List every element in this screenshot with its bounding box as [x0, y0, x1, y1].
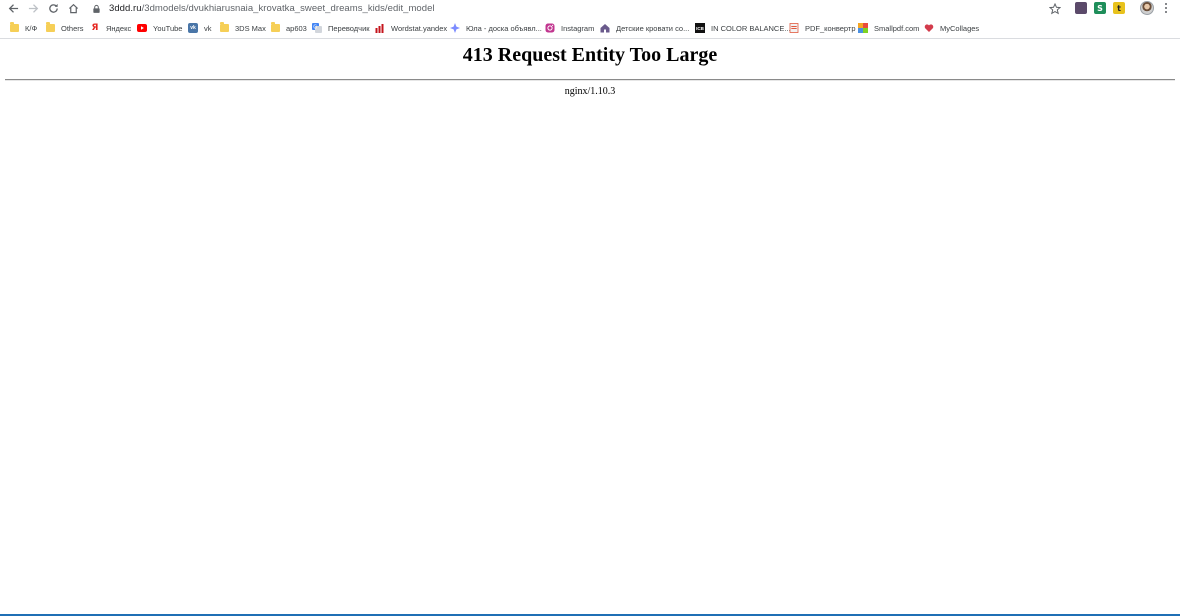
- divider: [5, 79, 1175, 81]
- bookmarks-bar: К/Ф Others Я Яндекс YouTube vk vk 3DS Ma…: [0, 17, 1180, 39]
- smallpdf-icon: [858, 23, 868, 33]
- address-bar[interactable]: 3ddd.ru/3dmodels/dvukhiarusnaia_krovatka…: [86, 0, 1086, 17]
- folder-icon: [9, 22, 19, 33]
- kebab-menu-icon[interactable]: [1162, 2, 1170, 14]
- lock-icon: [92, 4, 102, 14]
- bookmark-kids-beds[interactable]: Детские кровати со...: [600, 21, 689, 35]
- translate-icon: G: [312, 23, 322, 33]
- bookmark-pdf-converter[interactable]: PDF_конвертр: [789, 21, 856, 35]
- house-icon: [600, 23, 610, 33]
- icb-icon: ICB: [695, 23, 705, 33]
- bookmark-ar603[interactable]: ар603: [270, 21, 307, 35]
- home-button[interactable]: [63, 0, 83, 17]
- arrow-left-icon: [8, 4, 18, 13]
- folder-icon: [219, 22, 229, 33]
- bookmark-star-icon[interactable]: [1048, 2, 1062, 15]
- bookmark-label: 3DS Max: [235, 23, 266, 33]
- bookmark-label: PDF_конвертр: [805, 23, 856, 33]
- photo-extension-icon[interactable]: [1075, 2, 1087, 14]
- url-host: 3ddd.ru: [109, 3, 142, 14]
- bookmark-label: Переводчик: [328, 23, 370, 33]
- bookmark-label: Instagram: [561, 23, 595, 33]
- folder-icon: [270, 22, 280, 33]
- instagram-icon: [545, 23, 555, 33]
- forward-button[interactable]: [23, 0, 43, 17]
- bookmark-label: Яндекс: [106, 23, 132, 33]
- bookmark-label: Детские кровати со...: [616, 23, 690, 33]
- bookmark-label: Smallpdf.com: [874, 23, 920, 33]
- heart-icon: [924, 23, 934, 33]
- reload-button[interactable]: [43, 0, 63, 17]
- yandex-icon: Я: [91, 23, 99, 33]
- folder-icon: [45, 22, 55, 33]
- bookmark-label: IN COLOR BALANCE...: [711, 23, 791, 33]
- url-path: /3dmodels/dvukhiarusnaia_krovatka_sweet_…: [141, 3, 435, 14]
- svg-text:G: G: [313, 25, 317, 31]
- server-signature: nginx/1.10.3: [564, 86, 616, 97]
- bookmark-label: ар603: [286, 23, 307, 33]
- bookmark-wordstat[interactable]: Wordstat.yandex: [375, 21, 447, 35]
- youla-icon: [450, 23, 460, 33]
- bookmark-mycollages[interactable]: MyCollages: [924, 21, 979, 35]
- bookmark-in-color-balance[interactable]: ICB IN COLOR BALANCE...: [695, 21, 791, 35]
- reload-icon: [48, 3, 58, 13]
- bookmark-translator[interactable]: G Переводчик: [312, 21, 370, 35]
- url-text: 3ddd.ru/3dmodels/dvukhiarusnaia_krovatka…: [109, 3, 435, 14]
- bookmark-label: vk: [204, 23, 212, 33]
- bookmark-smallpdf[interactable]: Smallpdf.com: [858, 21, 919, 35]
- page-title: 413 Request Entity Too Large: [462, 44, 718, 66]
- home-icon: [68, 3, 78, 14]
- browser-toolbar: 3ddd.ru/3dmodels/dvukhiarusnaia_krovatka…: [0, 0, 1180, 17]
- s-extension-icon[interactable]: S: [1094, 2, 1106, 14]
- bookmark-kf[interactable]: К/Ф: [9, 21, 37, 35]
- bookmark-yandex[interactable]: Я Яндекс: [90, 21, 132, 35]
- bookmark-label: YouTube: [153, 23, 183, 33]
- arrow-right-icon: [28, 4, 38, 13]
- bookmark-vk[interactable]: vk vk: [188, 21, 212, 35]
- bookmark-label: Others: [61, 23, 84, 33]
- bookmark-3ds-max[interactable]: 3DS Max: [219, 21, 266, 35]
- vk-icon: vk: [188, 23, 198, 33]
- back-button[interactable]: [3, 0, 23, 17]
- bookmark-label: К/Ф: [25, 23, 38, 33]
- t-extension-icon[interactable]: t: [1113, 2, 1125, 14]
- bookmark-label: Юла - доска объявл...: [466, 23, 542, 33]
- wordstat-icon: [375, 23, 385, 33]
- youtube-icon: [137, 23, 147, 33]
- bookmark-youla[interactable]: Юла - доска объявл...: [450, 21, 542, 35]
- bookmark-instagram[interactable]: Instagram: [545, 21, 594, 35]
- profile-avatar[interactable]: [1140, 1, 1154, 15]
- pdf-icon: [789, 23, 799, 33]
- bookmark-label: MyCollages: [940, 23, 980, 33]
- bookmark-others[interactable]: Others: [45, 21, 84, 35]
- bookmark-label: Wordstat.yandex: [391, 23, 448, 33]
- bookmark-youtube[interactable]: YouTube: [137, 21, 182, 35]
- page-content: 413 Request Entity Too Large nginx/1.10.…: [0, 40, 1180, 616]
